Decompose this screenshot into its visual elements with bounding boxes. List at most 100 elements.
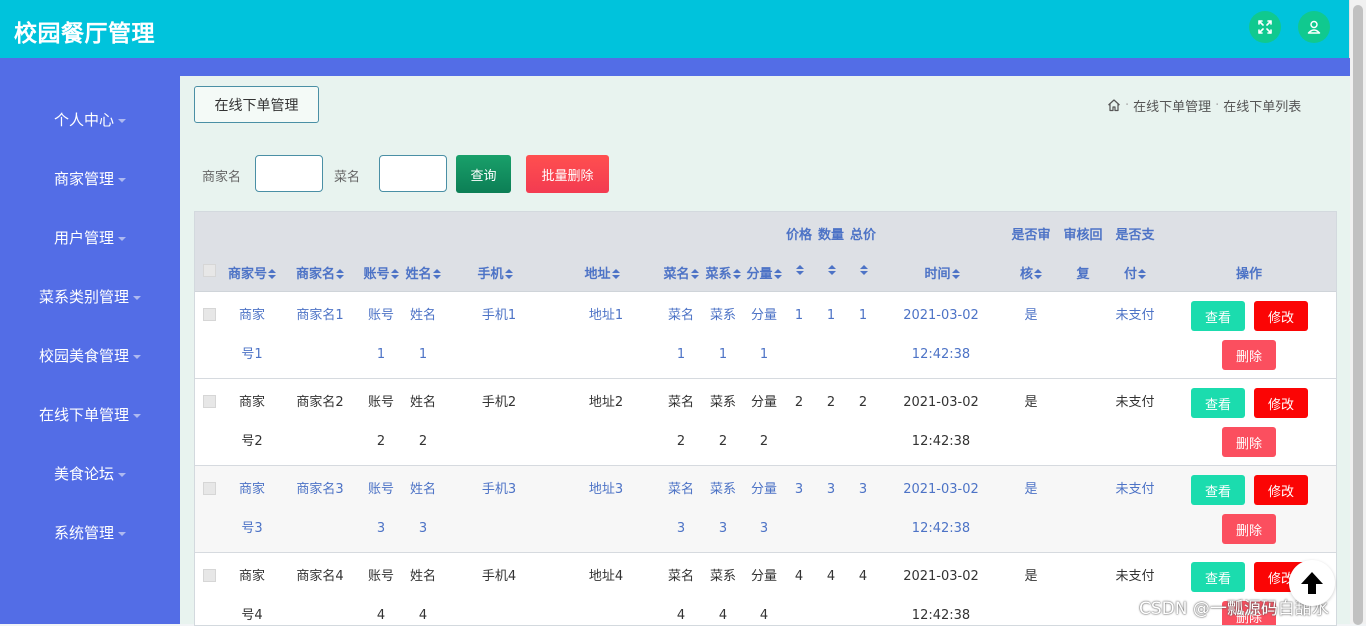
view-button[interactable]: 查看 xyxy=(1191,301,1245,331)
sidebar-item-label: 商家管理 xyxy=(53,169,114,188)
cell-total: 1 xyxy=(858,308,868,323)
cell-cuisine: 菜系 xyxy=(709,569,736,584)
caret-down-icon xyxy=(133,413,141,418)
cell-price: 4 xyxy=(794,569,804,584)
sidebar-item-system[interactable]: 系统管理 xyxy=(0,512,180,552)
header-address[interactable]: 地址 xyxy=(580,263,624,282)
sort-icon xyxy=(690,269,699,280)
sort-icon xyxy=(1138,269,1146,280)
cell-dish: 菜名 xyxy=(667,308,694,323)
header-price: 价格 xyxy=(785,228,812,243)
cell-paid: 未支付 xyxy=(1115,482,1155,497)
sort-icon xyxy=(951,269,960,280)
header-actions: 操作 xyxy=(1235,267,1262,282)
page-scrollbar[interactable] xyxy=(1349,0,1366,625)
cell-name: 姓名 xyxy=(409,569,436,584)
header-portion[interactable]: 分量 xyxy=(742,263,786,282)
view-button[interactable]: 查看 xyxy=(1191,562,1245,592)
app-title: 校园餐厅管理 xyxy=(14,21,155,47)
cell-account: 账号 xyxy=(367,482,394,497)
table-header: 商家号 商家名 账号 姓名 手机 地址 菜名 菜系 分量 价格 数量 总价 时间… xyxy=(195,212,1336,292)
header-merchant-name[interactable]: 商家名 xyxy=(291,263,349,282)
header-time[interactable]: 时间 xyxy=(905,263,979,282)
cell-merchant-name: 商家名3 xyxy=(296,482,344,497)
header-name[interactable]: 姓名 xyxy=(401,263,445,282)
sidebar-item-cuisine-categories[interactable]: 菜系类别管理 xyxy=(0,276,180,316)
cell-reviewed: 是 xyxy=(1024,395,1038,410)
header-dish[interactable]: 菜名 xyxy=(659,263,703,282)
scrollbar-thumb[interactable] xyxy=(1353,5,1363,625)
delete-button[interactable]: 删除 xyxy=(1222,427,1276,457)
sort-icon xyxy=(611,269,620,280)
cell-reviewed: 是 xyxy=(1024,482,1038,497)
breadcrumb-item[interactable]: 在线下单管理 xyxy=(1133,96,1211,115)
cell-quantity: 2 xyxy=(826,395,836,410)
top-bar: 校园餐厅管理 xyxy=(0,0,1350,58)
merchant-name-input[interactable] xyxy=(255,155,323,192)
sidebar-item-label: 在线下单管理 xyxy=(38,405,129,424)
row-checkbox[interactable] xyxy=(203,395,216,408)
cell-price: 3 xyxy=(794,482,804,497)
view-button[interactable]: 查看 xyxy=(1191,388,1245,418)
sidebar-item-campus-food[interactable]: 校园美食管理 xyxy=(0,335,180,375)
sidebar-item-label: 用户管理 xyxy=(53,228,114,247)
table-row: 商家 号3 商家名3 账号 3 姓名 3 手机3 地址3 菜名 3 菜系 3 分量 3 3 3 3 2021-03-… xyxy=(195,466,1336,553)
row-checkbox[interactable] xyxy=(203,482,216,495)
header-total-sort[interactable] xyxy=(855,263,871,278)
cell-portion: 分量 xyxy=(750,482,777,497)
cell-merchant-no: 商家 xyxy=(238,569,265,584)
user-button[interactable] xyxy=(1298,11,1330,43)
header-account[interactable]: 账号 xyxy=(359,263,403,282)
caret-down-icon xyxy=(118,531,126,536)
row-checkbox[interactable] xyxy=(203,308,216,321)
batch-delete-button[interactable]: 批量删除 xyxy=(526,155,609,193)
dish-name-input[interactable] xyxy=(379,155,447,192)
home-icon[interactable] xyxy=(1107,98,1121,112)
page-tag-button[interactable]: 在线下单管理 xyxy=(194,86,319,123)
edit-button[interactable]: 修改 xyxy=(1254,388,1308,418)
cell-cuisine-2: 1 xyxy=(718,347,728,362)
header-quantity-sort[interactable] xyxy=(823,263,839,278)
cell-address: 地址1 xyxy=(588,308,624,323)
header-paid: 是否支 xyxy=(1115,228,1155,243)
cell-dish-2: 2 xyxy=(676,434,686,449)
sort-icon xyxy=(390,269,399,280)
edit-button[interactable]: 修改 xyxy=(1254,475,1308,505)
header-reviewed-sort[interactable]: 核 xyxy=(1007,263,1055,282)
cell-time: 2021-03-02 xyxy=(903,308,979,323)
cell-cuisine-2: 4 xyxy=(718,608,728,623)
cell-portion: 分量 xyxy=(750,569,777,584)
edit-button[interactable]: 修改 xyxy=(1254,301,1308,331)
header-price-sort[interactable] xyxy=(791,263,807,278)
sidebar-item-merchants[interactable]: 商家管理 xyxy=(0,158,180,198)
header-cuisine[interactable]: 菜系 xyxy=(701,263,745,282)
row-checkbox[interactable] xyxy=(203,569,216,582)
cell-dish-2: 3 xyxy=(676,521,686,536)
sidebar-item-users[interactable]: 用户管理 xyxy=(0,217,180,257)
cell-dish: 菜名 xyxy=(667,395,694,410)
header-stripe xyxy=(0,58,1350,76)
sidebar-item-profile[interactable]: 个人中心 xyxy=(0,99,180,139)
cell-account-2: 4 xyxy=(376,608,386,623)
header-phone[interactable]: 手机 xyxy=(473,263,517,282)
cell-phone: 手机2 xyxy=(481,395,517,410)
delete-button[interactable]: 删除 xyxy=(1222,340,1276,370)
select-all-checkbox[interactable] xyxy=(203,264,216,277)
header-paid-sort[interactable]: 付 xyxy=(1111,263,1159,282)
cell-time-2: 12:42:38 xyxy=(911,608,971,623)
header-merchant-no[interactable]: 商家号 xyxy=(223,263,281,282)
fullscreen-button[interactable] xyxy=(1249,11,1281,43)
sidebar-item-online-orders[interactable]: 在线下单管理 xyxy=(0,394,180,434)
back-to-top-button[interactable] xyxy=(1289,560,1335,606)
cell-dish-2: 4 xyxy=(676,608,686,623)
cell-total: 3 xyxy=(858,482,868,497)
cell-phone: 手机4 xyxy=(481,569,517,584)
view-button[interactable]: 查看 xyxy=(1191,475,1245,505)
header-reviewed: 是否审 xyxy=(1011,228,1051,243)
cell-name: 姓名 xyxy=(409,482,436,497)
cell-phone: 手机1 xyxy=(481,308,517,323)
sidebar-item-food-forum[interactable]: 美食论坛 xyxy=(0,453,180,493)
delete-button[interactable]: 删除 xyxy=(1222,514,1276,544)
sidebar: 个人中心 商家管理 用户管理 菜系类别管理 校园美食管理 在线下单管理 美食论坛… xyxy=(0,58,180,624)
query-button[interactable]: 查询 xyxy=(456,155,511,193)
